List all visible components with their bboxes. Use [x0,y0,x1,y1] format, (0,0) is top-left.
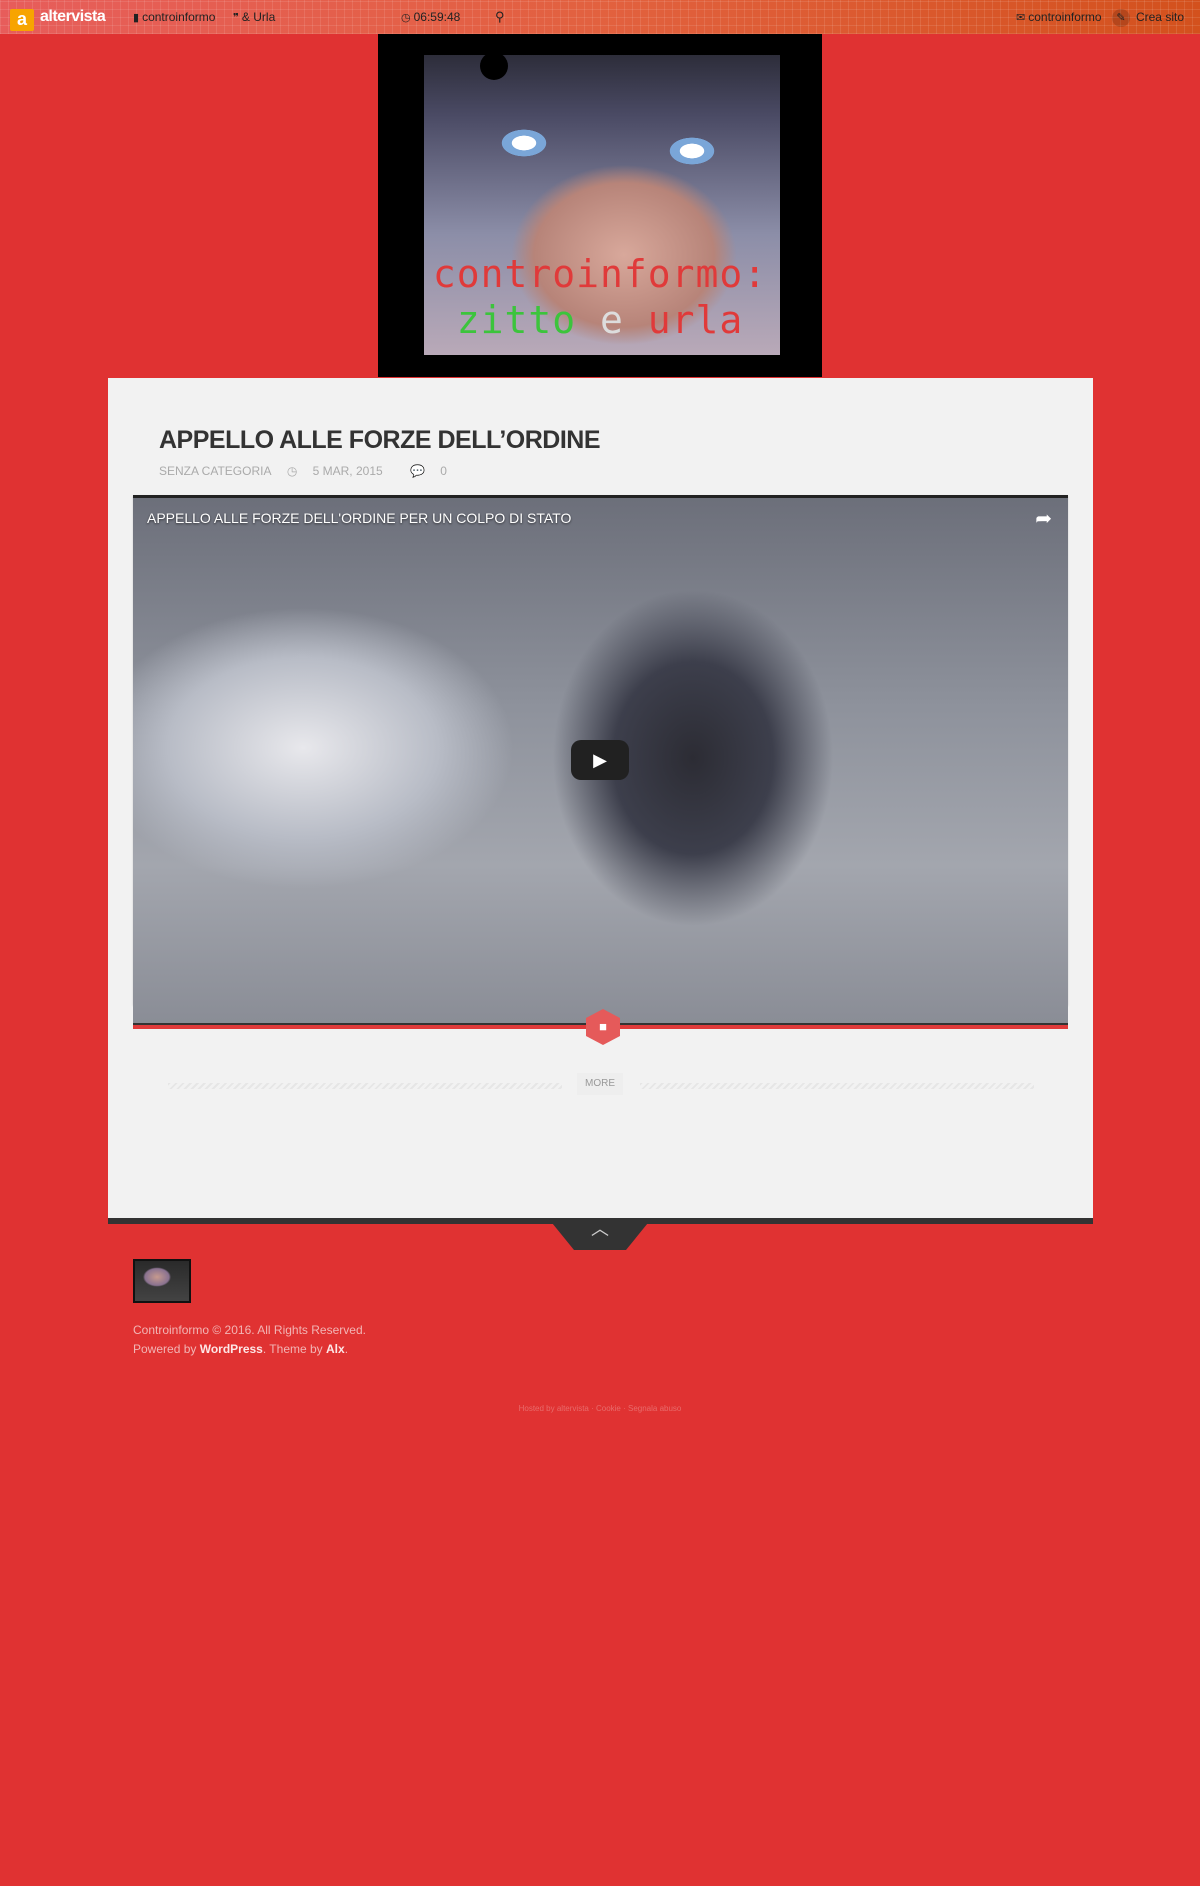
pencil-icon: ✎ [1111,9,1130,27]
header-title-line2: zitto e urla [378,298,822,342]
more-divider-right [640,1083,1034,1089]
altervista-logo[interactable]: a altervista [10,0,106,34]
post-comments-count: 0 [440,464,447,478]
powered-by: Powered by WordPress. Theme by Alx. [133,1340,366,1359]
search-icon[interactable]: ⚲ [495,0,505,34]
site-link[interactable]: ▮ controinformo [133,0,215,34]
quote-link-label: & Urla [241,10,276,24]
theme-prefix: . Theme by [262,1342,323,1356]
clock-icon: ◷ [401,12,411,24]
footer-logo[interactable] [133,1259,191,1303]
footer-text: Controinformo © 2016. All Rights Reserve… [133,1321,366,1359]
post-card: APPELLO ALLE FORZE DELL'ORDINE PER UN CO… [133,495,1068,1023]
post-date: ◷ 5 MAR, 2015 [287,464,395,478]
file-icon: ▮ [133,12,140,24]
post-meta: SENZA CATEGORIA ◷ 5 MAR, 2015 💬 0 [159,464,471,478]
create-site-label: Crea sito [1135,10,1184,24]
post-category[interactable]: SENZA CATEGORIA [159,464,271,478]
post-title[interactable]: APPELLO ALLE FORZE DELL’ORDINE [159,426,601,455]
alx-link[interactable]: Alx [326,1342,345,1356]
post-date-label: 5 MAR, 2015 [312,464,383,478]
footer-period: . [344,1342,349,1356]
contact-link[interactable]: ✉ controinformo [1016,0,1102,34]
create-site-button[interactable]: ✎ Crea sito [1111,0,1184,34]
header-dot [480,52,508,80]
logo-text: altervista [40,8,106,25]
comment-icon: 💬 [410,464,429,478]
header-word-zitto: zitto [456,298,577,342]
header-title-line1: controinformo: [432,252,768,296]
back-to-top-button[interactable]: ︿ [548,1218,652,1250]
logo-badge: a [10,9,34,31]
post-comments[interactable]: 💬 0 [410,464,459,478]
wordpress-link[interactable]: WordPress [200,1342,263,1356]
altervista-footer-links[interactable]: Hosted by altervista · Cookie · Segnala … [0,1404,1200,1413]
quote-icon: ❞ [233,12,239,24]
site-link-label: controinformo [142,10,216,24]
clock-icon: ◷ [286,464,301,478]
contact-link-label: controinformo [1028,10,1102,24]
video-title[interactable]: APPELLO ALLE FORZE DELL'ORDINE PER UN CO… [147,510,571,526]
more-divider-left [168,1083,562,1089]
main-content: APPELLO ALLE FORZE DELL’ORDINE SENZA CAT… [108,378,1093,1218]
header-word-e: e [599,298,624,342]
clock-label: 06:59:48 [413,10,461,24]
copyright: Controinformo © 2016. All Rights Reserve… [133,1323,366,1337]
top-bar: a altervista ▮ controinformo ❞ & Urla ◷ 06:… [0,0,1200,34]
powered-prefix: Powered by [133,1342,197,1356]
more-button[interactable]: MORE [577,1073,623,1095]
header-word-urla: urla [647,298,744,342]
chevron-up-icon: ︿ [591,1219,609,1239]
envelope-icon: ✉ [1016,12,1026,24]
share-icon[interactable]: ➦ [1035,506,1052,531]
quote-link[interactable]: ❞ & Urla [233,0,275,34]
play-button[interactable]: ▶ [571,740,629,780]
video-player[interactable]: APPELLO ALLE FORZE DELL'ORDINE PER UN CO… [133,495,1068,1023]
clock: ◷ 06:59:48 [401,0,460,34]
site-header-image[interactable]: controinformo: zitto e urla [378,34,822,377]
